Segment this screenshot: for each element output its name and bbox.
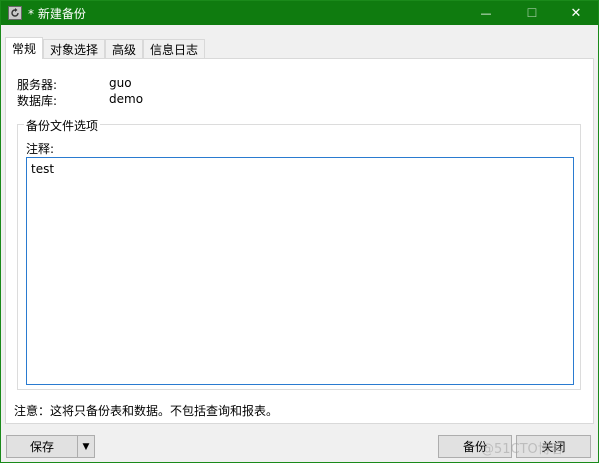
comment-label: 注释: [26, 142, 55, 156]
database-value: demo [109, 92, 144, 106]
comment-textarea[interactable]: test [26, 157, 574, 385]
backup-note: 注意：这将只备份表和数据。不包括查询和报表。 [14, 404, 279, 418]
server-label: 服务器: [17, 78, 58, 92]
tab-strip: 常规 对象选择 高级 信息日志 [5, 37, 206, 59]
minimize-button[interactable]: — [463, 1, 509, 25]
backup-dialog-window: * 新建备份 — ☐ ✕ 常规 对象选择 高级 信息日志 服务器: guo 数据… [0, 0, 599, 463]
save-dropdown-button[interactable]: ▼ [77, 435, 95, 458]
maximize-button[interactable]: ☐ [509, 1, 555, 25]
save-button[interactable]: 保存 [6, 435, 78, 458]
close-window-button[interactable]: ✕ [553, 1, 599, 25]
window-title: * 新建备份 [28, 6, 86, 21]
tab-advanced[interactable]: 高级 [105, 39, 144, 59]
server-value: guo [109, 76, 132, 90]
tab-advanced-label: 高级 [112, 43, 137, 57]
chevron-down-icon: ▼ [82, 441, 90, 452]
close-button[interactable]: 关闭 [516, 435, 591, 458]
general-tab-panel: 服务器: guo 数据库: demo 备份文件选项 注释: test 注意：这将… [5, 58, 594, 424]
backup-button[interactable]: 备份 [438, 435, 512, 458]
group-title: 备份文件选项 [24, 117, 101, 134]
close-button-label: 关闭 [541, 440, 566, 454]
minimize-icon: — [480, 6, 492, 20]
database-row: 数据库: demo [17, 92, 143, 109]
server-row: 服务器: guo [17, 76, 132, 93]
tab-message-log[interactable]: 信息日志 [143, 39, 206, 59]
close-icon: ✕ [570, 5, 582, 21]
maximize-icon: ☐ [526, 6, 538, 20]
save-button-label: 保存 [29, 440, 54, 454]
title-bar[interactable]: * 新建备份 — ☐ ✕ [1, 1, 598, 25]
backup-app-icon [8, 6, 22, 20]
database-label: 数据库: [17, 94, 58, 108]
backup-button-label: 备份 [462, 440, 487, 454]
tab-object-selection[interactable]: 对象选择 [43, 39, 106, 59]
backup-file-options-group: 备份文件选项 注释: test [17, 117, 581, 390]
tab-general-label: 常规 [12, 42, 37, 56]
tab-message-log-label: 信息日志 [150, 43, 199, 57]
tab-general[interactable]: 常规 [5, 37, 44, 59]
tab-object-selection-label: 对象选择 [50, 43, 99, 57]
